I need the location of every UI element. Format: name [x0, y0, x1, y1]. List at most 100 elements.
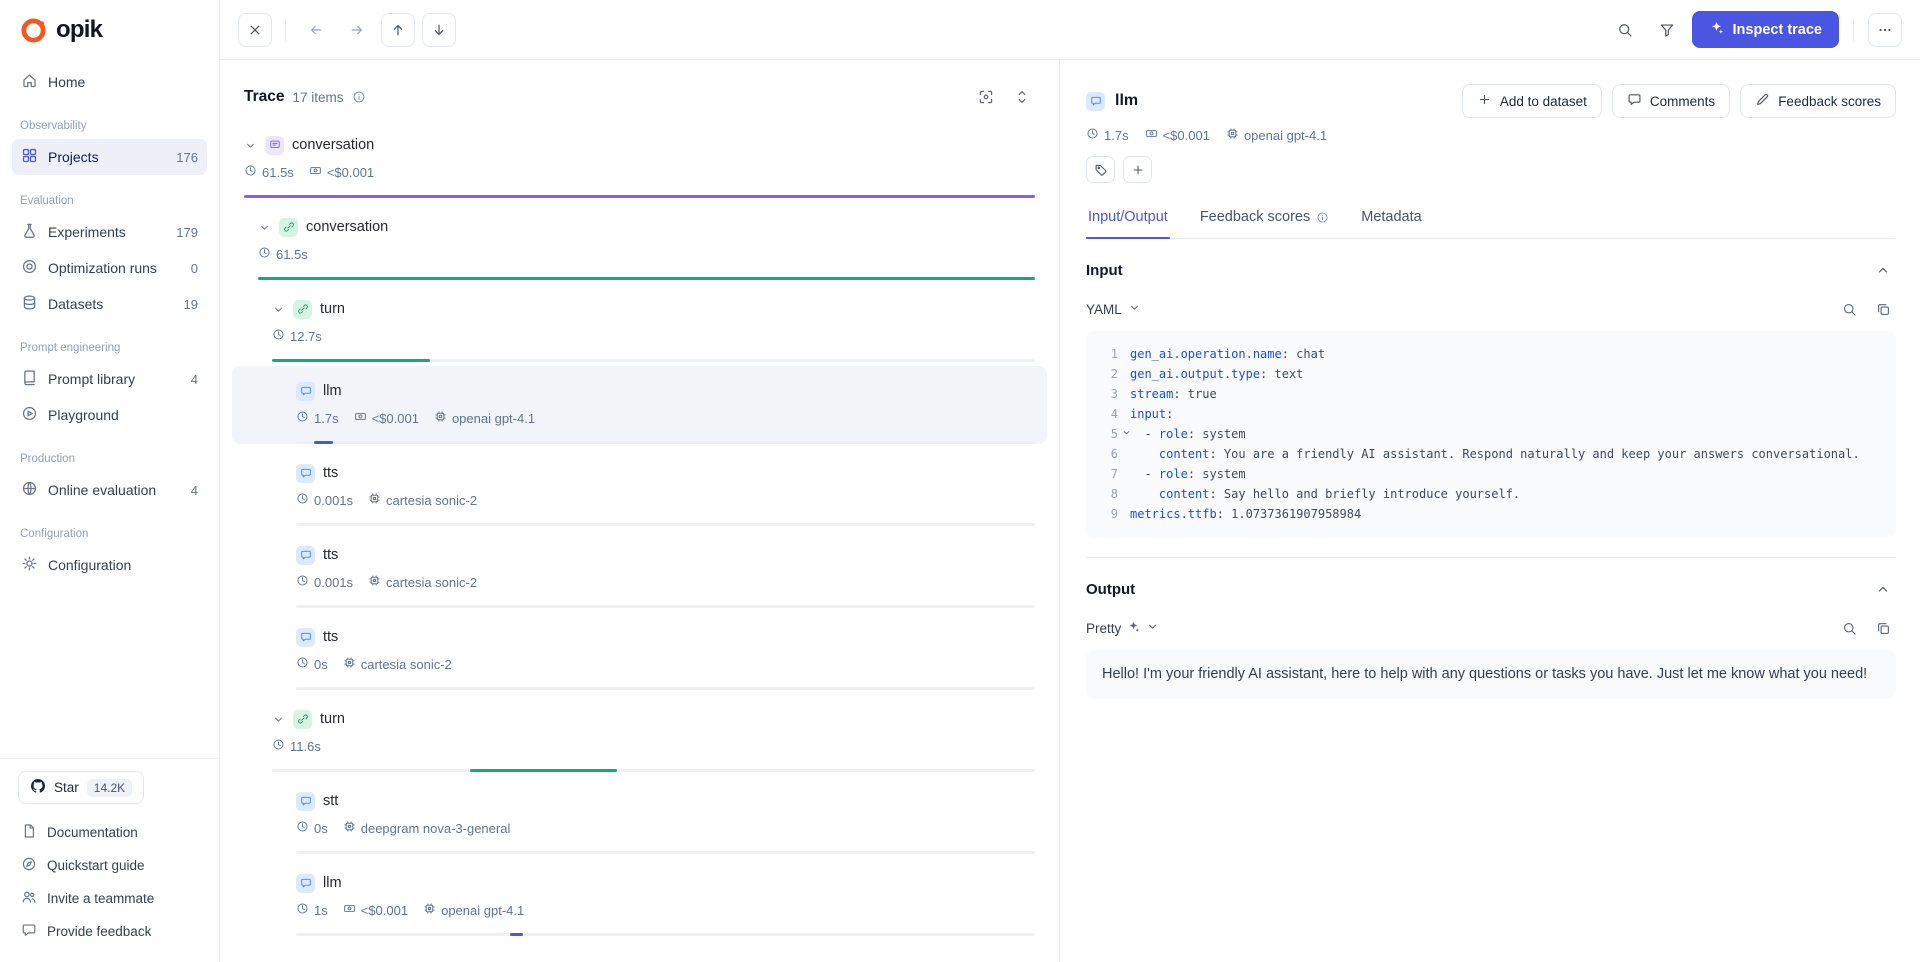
- trace-span-stt[interactable]: stt0sdeepgram nova-3-general: [232, 776, 1047, 854]
- metric-text: deepgram nova-3-general: [361, 821, 511, 836]
- tab-metadata[interactable]: Metadata: [1359, 200, 1423, 238]
- trace-span-turn[interactable]: turn11.6s: [232, 694, 1047, 772]
- code-line: 5 - role: system: [1100, 424, 1882, 444]
- clock-icon: [296, 820, 309, 836]
- span-meta: 61.5s<$0.001: [244, 163, 1035, 181]
- add-to-dataset-button[interactable]: Add to dataset: [1462, 84, 1602, 118]
- trace-span-conversation[interactable]: conversation61.5s<$0.001: [232, 120, 1047, 198]
- trace-span-turn[interactable]: turn12.7s: [232, 284, 1047, 362]
- trace-span-llm[interactable]: llm1.7s<$0.001openai gpt-4.1: [232, 366, 1047, 444]
- input-format-label: YAML: [1086, 302, 1122, 317]
- sidebar-footer-documentation[interactable]: Documentation: [12, 816, 207, 849]
- database-icon: [21, 294, 38, 314]
- sidebar-footer-provide-feedback[interactable]: Provide feedback: [12, 915, 207, 948]
- span-meta: 0.001scartesia sonic-2: [296, 573, 1035, 591]
- up-span-button[interactable]: [381, 13, 415, 47]
- metric-chip: openai gpt-4.1: [423, 902, 524, 918]
- span-name: llm: [323, 383, 342, 399]
- span-meta: 0.001scartesia sonic-2: [296, 491, 1035, 509]
- detail-tabs: Input/Output Feedback scores Metadata: [1086, 200, 1896, 239]
- sidebar-item-label: Online evaluation: [48, 482, 156, 498]
- star-count-badge: 14.2K: [87, 779, 132, 797]
- sidebar-item-experiments[interactable]: Experiments179: [12, 214, 207, 250]
- github-star-button[interactable]: Star 14.2K: [18, 771, 144, 804]
- yaml-key: role: [1159, 427, 1188, 441]
- collapse-output-button[interactable]: [1870, 576, 1896, 602]
- sidebar-item-datasets[interactable]: Datasets19: [12, 286, 207, 322]
- sidebar-item-label: Projects: [48, 149, 99, 165]
- close-trace-button[interactable]: [238, 13, 272, 47]
- tab-feedback-scores[interactable]: Feedback scores: [1198, 200, 1331, 238]
- output-copy-button[interactable]: [1870, 615, 1896, 641]
- chat-icon: [296, 464, 315, 483]
- sidebar-item-online-evaluation[interactable]: Online evaluation4: [12, 472, 207, 508]
- next-trace-button[interactable]: [340, 13, 374, 47]
- filter-button[interactable]: [1650, 13, 1684, 47]
- chevron-down-icon: [1128, 301, 1141, 317]
- prev-trace-button[interactable]: [299, 13, 333, 47]
- expand-collapse-all-button[interactable]: [1009, 84, 1035, 110]
- pencil-icon: [1755, 92, 1770, 110]
- star-label: Star: [54, 780, 79, 795]
- yaml-value: :: [1166, 407, 1173, 421]
- trace-span-tts[interactable]: tts0.001scartesia sonic-2: [232, 530, 1047, 608]
- search-button[interactable]: [1608, 13, 1642, 47]
- trace-span-llm[interactable]: llm1s<$0.001openai gpt-4.1: [232, 858, 1047, 936]
- sidebar-item-configuration[interactable]: Configuration: [12, 547, 207, 583]
- trace-info-icon[interactable]: [352, 90, 366, 104]
- sidebar-nav: HomeObservabilityProjects176EvaluationEx…: [0, 60, 219, 758]
- opik-logo[interactable]: opik: [0, 0, 219, 60]
- yaml-value: : true: [1173, 387, 1216, 401]
- action-button-label: Add to dataset: [1500, 94, 1587, 109]
- trace-span-tts[interactable]: tts0.001scartesia sonic-2: [232, 448, 1047, 526]
- code-line: 8 content: Say hello and briefly introdu…: [1100, 484, 1882, 504]
- tags-button[interactable]: [1086, 156, 1115, 183]
- metric-text: cartesia sonic-2: [361, 657, 452, 672]
- span-meta: 0sdeepgram nova-3-general: [296, 819, 1035, 837]
- trace-span-tts[interactable]: tts0scartesia sonic-2: [232, 612, 1047, 690]
- sidebar-item-projects[interactable]: Projects176: [12, 139, 207, 175]
- chevron-down-icon: [244, 139, 257, 152]
- comments-button[interactable]: Comments: [1612, 84, 1730, 118]
- chip-icon: [343, 820, 356, 836]
- span-timeline: [296, 523, 1035, 526]
- sidebar-item-prompt-library[interactable]: Prompt library4: [12, 361, 207, 397]
- more-actions-button[interactable]: [1868, 13, 1902, 47]
- line-content: stream: true: [1130, 384, 1217, 404]
- input-format-select[interactable]: YAML: [1086, 301, 1141, 317]
- content: Trace 17 items conversation61.5s<$0.001c…: [220, 60, 1920, 962]
- trace-span-conversation[interactable]: conversation61.5s: [232, 202, 1047, 280]
- add-tag-button[interactable]: [1123, 156, 1152, 183]
- inspect-trace-button[interactable]: Inspect trace: [1692, 11, 1839, 48]
- output-format-select[interactable]: Pretty: [1086, 620, 1159, 636]
- yaml-value: -: [1130, 427, 1159, 441]
- output-search-button[interactable]: [1836, 615, 1862, 641]
- metric-clock: 0.001s: [296, 492, 353, 508]
- sidebar-footer-invite-a-teammate[interactable]: Invite a teammate: [12, 882, 207, 915]
- yaml-value: : Say hello and briefly introduce yourse…: [1209, 487, 1520, 501]
- down-span-button[interactable]: [422, 13, 456, 47]
- collapse-line-icon[interactable]: [1121, 427, 1132, 438]
- metric-text: <$0.001: [327, 165, 374, 180]
- input-copy-button[interactable]: [1870, 296, 1896, 322]
- tab-label: Metadata: [1361, 209, 1421, 225]
- span-timeline: [296, 605, 1035, 608]
- focus-selected-span-button[interactable]: [973, 84, 999, 110]
- chat-icon: [296, 792, 315, 811]
- sidebar-footer-quickstart-guide[interactable]: Quickstart guide: [12, 849, 207, 882]
- metric-text: <$0.001: [361, 903, 408, 918]
- span-name: llm: [323, 875, 342, 891]
- input-section-head: Input: [1086, 239, 1896, 296]
- input-search-button[interactable]: [1836, 296, 1862, 322]
- sidebar-item-optimization-runs[interactable]: Optimization runs0: [12, 250, 207, 286]
- collapse-input-button[interactable]: [1870, 257, 1896, 283]
- span-row: turn: [272, 708, 1035, 730]
- sidebar-item-playground[interactable]: Playground: [12, 397, 207, 433]
- clock-icon: [296, 574, 309, 590]
- tab-input-output[interactable]: Input/Output: [1086, 200, 1170, 238]
- info-icon: [1316, 211, 1329, 224]
- feedback-scores-button[interactable]: Feedback scores: [1740, 84, 1896, 118]
- yaml-value: : system: [1188, 467, 1246, 481]
- sidebar-item-home[interactable]: Home: [12, 64, 207, 100]
- code-line: 6 content: You are a friendly AI assista…: [1100, 444, 1882, 464]
